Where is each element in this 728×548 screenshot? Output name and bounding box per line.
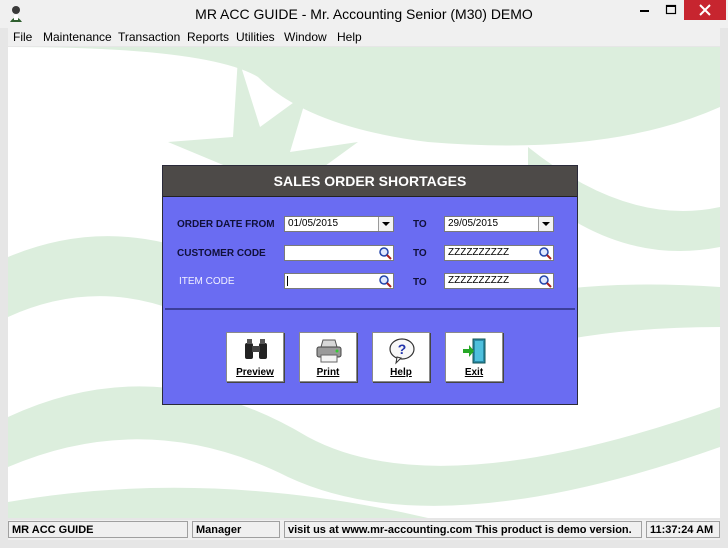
magnifier-icon[interactable]: [377, 274, 393, 288]
magnifier-icon[interactable]: [377, 246, 393, 260]
order-date-to-value: 29/05/2015: [448, 218, 499, 229]
exit-door-icon: [463, 338, 486, 364]
dropdown-arrow-icon[interactable]: [378, 217, 393, 231]
dialog-title: SALES ORDER SHORTAGES: [273, 173, 467, 189]
preview-button[interactable]: Preview: [226, 332, 284, 382]
item-code-label: ITEM CODE: [179, 276, 235, 287]
dialog-header: SALES ORDER SHORTAGES: [163, 166, 577, 197]
order-date-label: ORDER DATE FROM: [177, 219, 275, 230]
exit-label: Exit: [464, 367, 484, 378]
preview-label: Preview: [236, 367, 274, 378]
criteria-panel: ORDER DATE FROM 01/05/2015 TO 29/05/2015…: [165, 198, 575, 310]
window-title: MR ACC GUIDE - Mr. Accounting Senior (M3…: [195, 6, 533, 22]
order-date-from-value: 01/05/2015: [288, 218, 339, 229]
menu-transaction[interactable]: Transaction: [118, 30, 180, 44]
status-app-name: MR ACC GUIDE: [8, 521, 188, 538]
svg-text:?: ?: [398, 341, 407, 357]
menu-reports[interactable]: Reports: [187, 30, 229, 44]
order-date-from-field[interactable]: 01/05/2015: [284, 216, 394, 232]
menu-window[interactable]: Window: [284, 30, 327, 44]
close-button[interactable]: [684, 0, 726, 20]
order-date-to-label: TO: [413, 219, 427, 230]
status-time: 11:37:24 AM: [646, 521, 720, 538]
help-question-icon: ?: [389, 338, 415, 365]
minimize-icon: [640, 10, 649, 12]
text-cursor: [287, 276, 288, 286]
customer-code-from-field[interactable]: [284, 245, 394, 261]
order-date-to-field[interactable]: 29/05/2015: [444, 216, 554, 232]
menu-help[interactable]: Help: [337, 30, 362, 44]
help-label: Help: [390, 367, 412, 378]
maximize-button[interactable]: [658, 0, 684, 20]
menu-file[interactable]: File: [13, 30, 32, 44]
minimize-button[interactable]: [632, 0, 658, 20]
exit-button[interactable]: Exit: [445, 332, 503, 382]
menu-utilities[interactable]: Utilities: [236, 30, 275, 44]
magnifier-icon[interactable]: [537, 274, 553, 288]
menu-maintenance[interactable]: Maintenance: [43, 30, 112, 44]
status-message: visit us at www.mr-accounting.com This p…: [284, 521, 642, 538]
item-code-to-label: TO: [413, 277, 427, 288]
title-bar: MR ACC GUIDE - Mr. Accounting Senior (M3…: [0, 0, 728, 28]
customer-code-to-field[interactable]: ZZZZZZZZZZ: [444, 245, 554, 261]
sales-order-shortages-dialog: SALES ORDER SHORTAGES ORDER DATE FROM 01…: [162, 165, 578, 405]
customer-code-to-label: TO: [413, 248, 427, 259]
item-code-to-value: ZZZZZZZZZZ: [448, 275, 510, 286]
item-code-to-field[interactable]: ZZZZZZZZZZ: [444, 273, 554, 289]
printer-icon: [316, 339, 342, 363]
menu-bar: File Maintenance Transaction Reports Uti…: [8, 28, 720, 46]
item-code-from-field[interactable]: [284, 273, 394, 289]
print-label: Print: [316, 367, 340, 378]
dropdown-arrow-icon[interactable]: [538, 217, 553, 231]
close-icon: [699, 4, 711, 16]
binoculars-icon: [245, 339, 267, 359]
magnifier-icon[interactable]: [537, 246, 553, 260]
print-button[interactable]: Print: [299, 332, 357, 382]
customer-code-label: CUSTOMER CODE: [177, 248, 266, 259]
status-user: Manager: [192, 521, 280, 538]
customer-code-to-value: ZZZZZZZZZZ: [448, 247, 510, 258]
maximize-icon: [665, 4, 677, 15]
status-bar: MR ACC GUIDE Manager visit us at www.mr-…: [8, 520, 720, 540]
help-button[interactable]: ? Help: [372, 332, 430, 382]
